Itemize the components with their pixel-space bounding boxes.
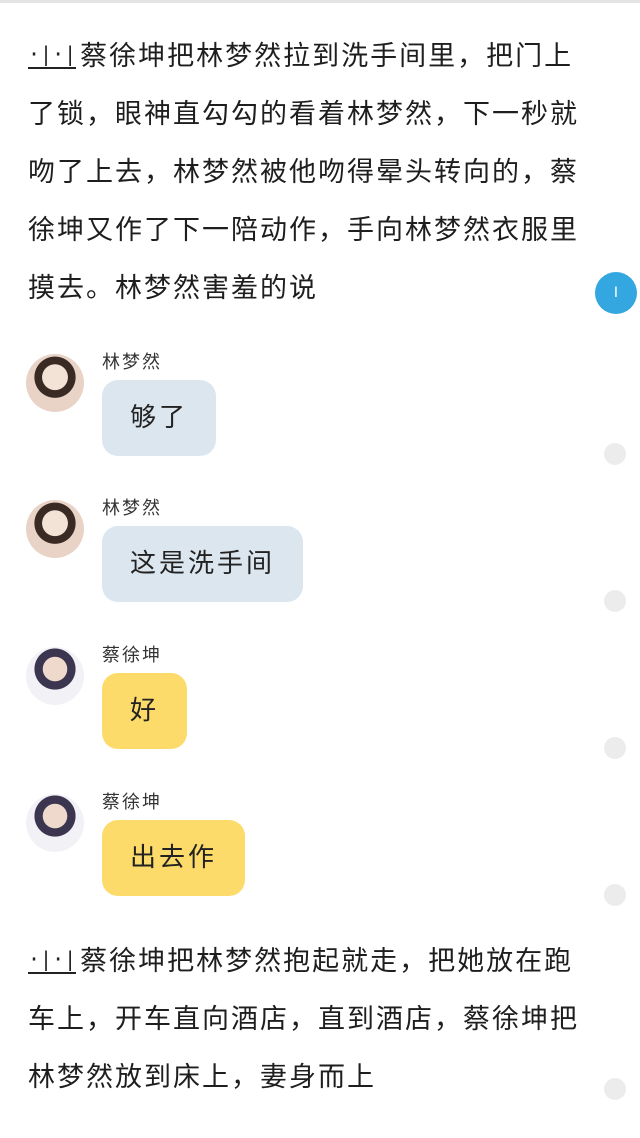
avatar[interactable] (26, 500, 84, 558)
sender-name: 蔡徐坤 (102, 645, 162, 666)
message-bubble: 够了 (102, 380, 217, 456)
chat-message: 蔡徐坤 好 (26, 645, 586, 767)
paragraph-text: 蔡徐坤把林梦然拉到洗手间里，把门上了锁，眼神直勾勾的看着林梦然，下一秒就吻了上去… (28, 41, 579, 304)
message-bubble: 好 (102, 673, 188, 749)
paragraph-marker: ·|·| (28, 41, 77, 69)
comment-marker[interactable] (604, 1078, 626, 1100)
comment-marker[interactable] (604, 884, 626, 906)
sender-name: 蔡徐坤 (102, 792, 162, 813)
paragraph-text: 蔡徐坤把林梦然抱起就走，把她放在跑车上，开车直向酒店，直到酒店，蔡徐坤把林梦然放… (28, 946, 579, 1093)
message-bubble: 出去作 (102, 820, 246, 896)
comment-marker[interactable] (604, 737, 626, 759)
top-divider (0, 0, 640, 3)
chat-message: 林梦然 这是洗手间 (26, 498, 586, 620)
avatar[interactable] (26, 794, 84, 852)
chat-message: 蔡徐坤 出去作 (26, 792, 586, 914)
story-paragraph-2: ·|·| 蔡徐坤把林梦然抱起就走，把她放在跑车上，开车直向酒店，直到酒店，蔡徐坤把… (28, 933, 584, 1107)
sender-name: 林梦然 (102, 352, 162, 373)
message-bubble: 这是洗手间 (102, 526, 304, 602)
story-paragraph-1: ·|·| 蔡徐坤把林梦然拉到洗手间里，把门上了锁，眼神直勾勾的看着林梦然，下一秒就… (28, 28, 584, 318)
avatar[interactable] (26, 354, 84, 412)
comment-marker[interactable] (604, 590, 626, 612)
sender-name: 林梦然 (102, 498, 162, 519)
chat-message: 林梦然 够了 (26, 352, 586, 474)
comment-marker-active[interactable]: I (595, 272, 637, 314)
avatar[interactable] (26, 647, 84, 705)
paragraph-marker: ·|·| (28, 946, 77, 974)
comment-marker[interactable] (604, 443, 626, 465)
